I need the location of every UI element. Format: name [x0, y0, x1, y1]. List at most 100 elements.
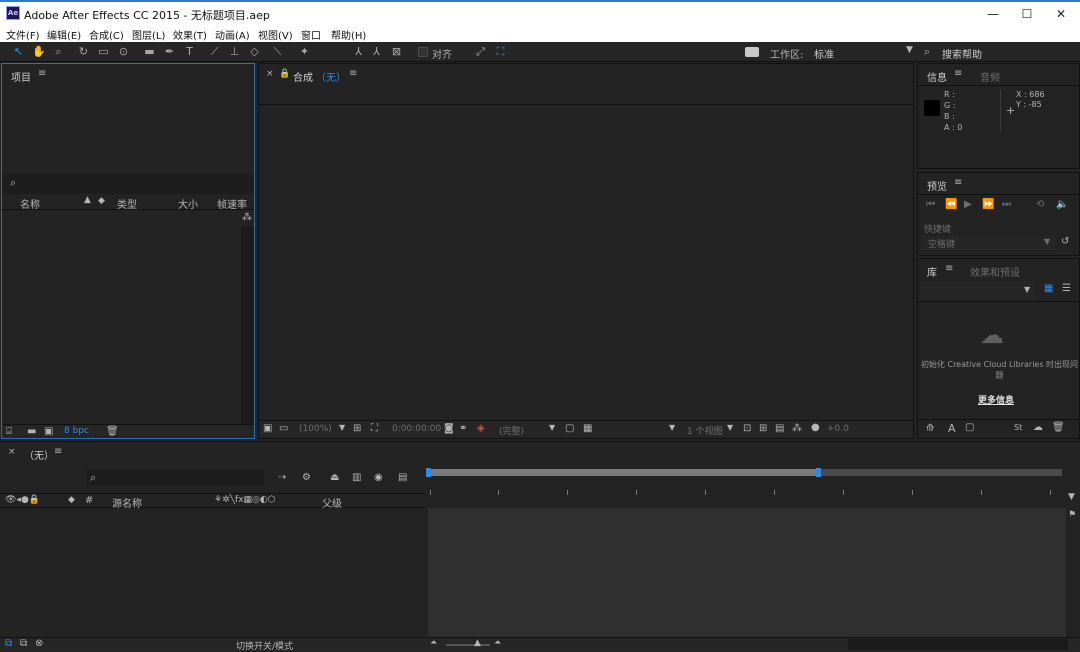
exposure-value[interactable]: +0.0: [827, 424, 849, 434]
region-of-interest-icon[interactable]: ⛶: [371, 423, 378, 434]
selection-tool-icon[interactable]: ↖: [12, 45, 25, 58]
local-axis-icon[interactable]: ⅄: [352, 45, 365, 58]
menu-composition[interactable]: 合成(C): [89, 27, 124, 42]
camera-tool-icon[interactable]: ▭: [97, 45, 110, 58]
workspace-dropdown-icon[interactable]: ▼: [906, 45, 913, 55]
work-area-bar[interactable]: [426, 468, 1062, 477]
channel-icon[interactable]: ◈: [477, 423, 485, 434]
work-area-end-handle[interactable]: [816, 468, 821, 477]
library-dropdown-icon[interactable]: ▼: [1024, 285, 1030, 294]
info-tab[interactable]: 信息: [927, 69, 947, 84]
toggle-switches-modes[interactable]: 切换开关/模式: [236, 639, 293, 652]
menu-file[interactable]: 文件(F): [6, 27, 40, 42]
view-layout-dropdown-icon[interactable]: ▼: [669, 423, 675, 432]
composition-viewer[interactable]: [259, 105, 913, 419]
reset-shortcut-icon[interactable]: ↺: [1061, 236, 1069, 247]
timeline-tab[interactable]: （无）: [24, 447, 54, 462]
flowchart-icon[interactable]: ⁂: [792, 423, 802, 434]
expand-switches-icon[interactable]: ⧉: [5, 638, 12, 649]
col-size[interactable]: 大小: [178, 196, 198, 211]
draft-3d-icon[interactable]: ⚙: [302, 472, 311, 483]
snap-target-icon[interactable]: ⛶: [494, 45, 507, 58]
timeline-hscrollbar[interactable]: [848, 639, 1068, 650]
snap-checkbox[interactable]: [418, 47, 428, 57]
menu-view[interactable]: 视图(V): [258, 27, 293, 42]
audio-tab[interactable]: 音频: [980, 69, 1000, 84]
lock-icon[interactable]: 🔒: [279, 69, 290, 79]
pen-tool-icon[interactable]: ✒: [163, 45, 176, 58]
zoom-out-icon[interactable]: ⏶: [430, 638, 437, 648]
trash-icon[interactable]: 🗑: [1052, 422, 1065, 433]
puppet-pin-tool-icon[interactable]: ✦: [298, 45, 311, 58]
sort-asc-icon[interactable]: ▲: [84, 195, 91, 205]
col-name[interactable]: 名称: [20, 196, 40, 211]
library-menu-icon[interactable]: ≡: [945, 263, 953, 274]
timeline-icon[interactable]: ▤: [775, 423, 784, 434]
audio-icon[interactable]: 🔈: [1056, 199, 1068, 210]
first-frame-icon[interactable]: ⏮: [926, 199, 935, 210]
view-axis-icon[interactable]: ⊠: [390, 45, 403, 58]
show-snapshot-icon[interactable]: ⚭: [459, 423, 467, 434]
timecode-display[interactable]: 0:00:00:00: [392, 424, 441, 434]
project-scrollbar[interactable]: [241, 226, 254, 424]
snap-option-icon[interactable]: ⤢: [474, 45, 487, 58]
add-graphic-icon[interactable]: ▢: [965, 422, 974, 433]
project-tab[interactable]: 项目: [11, 69, 31, 84]
expand-time-icon[interactable]: ⊗: [35, 638, 43, 649]
work-area-start-handle[interactable]: [426, 468, 431, 477]
project-menu-icon[interactable]: ≡: [38, 68, 46, 79]
interpret-footage-icon[interactable]: ⌸: [6, 426, 12, 437]
label-tag-icon[interactable]: ◆: [98, 196, 105, 206]
loop-icon[interactable]: ⟲: [1036, 199, 1044, 210]
composition-menu-icon[interactable]: ≡: [349, 68, 357, 79]
shy-icon[interactable]: ⏏: [330, 472, 339, 483]
zoom-slider-track[interactable]: [446, 644, 490, 646]
close-tab-icon[interactable]: ×: [266, 69, 274, 79]
stock-icon[interactable]: St: [1014, 423, 1022, 432]
zoom-slider-handle[interactable]: ▲: [474, 638, 481, 648]
close-button[interactable]: ✕: [1042, 5, 1080, 23]
menu-window[interactable]: 窗口: [301, 27, 321, 42]
list-view-icon[interactable]: ☰: [1062, 283, 1071, 294]
magnification-icon[interactable]: ▣: [263, 423, 272, 434]
zoom-dropdown-icon[interactable]: ▼: [339, 423, 345, 432]
zoom-value[interactable]: (100%): [299, 424, 332, 434]
switches-icons[interactable]: ⚘✲╲fx▦◎◐⬡: [214, 495, 276, 505]
grid-view-icon[interactable]: ▦: [1044, 283, 1053, 294]
views-value[interactable]: 1 个视图: [687, 424, 723, 437]
bpc-toggle[interactable]: 8 bpc: [64, 426, 89, 436]
eraser-tool-icon[interactable]: ◇: [248, 45, 261, 58]
add-text-icon[interactable]: A: [948, 422, 956, 435]
world-axis-icon[interactable]: ⅄: [370, 45, 383, 58]
new-folder-icon[interactable]: ▬: [27, 426, 36, 437]
display-icon[interactable]: ▭: [279, 423, 288, 434]
comp-marker-bin-icon[interactable]: ⚑: [1068, 510, 1076, 520]
menu-edit[interactable]: 编辑(E): [47, 27, 81, 42]
workspace-value[interactable]: 标准: [814, 46, 834, 61]
prev-frame-icon[interactable]: ⏪: [945, 199, 957, 210]
menu-animation[interactable]: 动画(A): [215, 27, 250, 42]
type-tool-icon[interactable]: T: [183, 45, 196, 58]
av-features-icons[interactable]: 👁◂●🔒: [5, 495, 40, 505]
graph-editor-icon[interactable]: ▤: [398, 472, 407, 483]
rectangle-tool-icon[interactable]: ▬: [143, 45, 156, 58]
project-search-bar[interactable]: ⌕: [2, 174, 254, 194]
info-menu-icon[interactable]: ≡: [954, 68, 962, 79]
comp-mini-flowchart-icon[interactable]: ⇢: [278, 472, 286, 483]
minimize-button[interactable]: —: [974, 5, 1012, 23]
motion-blur-icon[interactable]: ◉: [374, 472, 383, 483]
rotate-tool-icon[interactable]: ↻: [77, 45, 90, 58]
exposure-reset-icon[interactable]: ●: [811, 422, 820, 433]
col-type[interactable]: 类型: [117, 196, 137, 211]
col-fps[interactable]: 帧速率: [217, 196, 247, 211]
play-icon[interactable]: ▶: [964, 199, 972, 210]
maximize-button[interactable]: ☐: [1008, 5, 1046, 23]
fast-preview-icon[interactable]: ▢: [565, 423, 574, 434]
workspace-keyboard-icon[interactable]: [745, 47, 759, 57]
label-tag-icon[interactable]: ◆: [68, 495, 75, 505]
timeline-search-input[interactable]: ⌕: [86, 470, 264, 486]
next-frame-icon[interactable]: ⏩: [982, 199, 994, 210]
timeline-track-area[interactable]: [428, 508, 1066, 637]
toggle-pixel-aspect-icon[interactable]: ⊡: [743, 423, 751, 434]
add-content-icon[interactable]: ⟰: [926, 423, 934, 434]
